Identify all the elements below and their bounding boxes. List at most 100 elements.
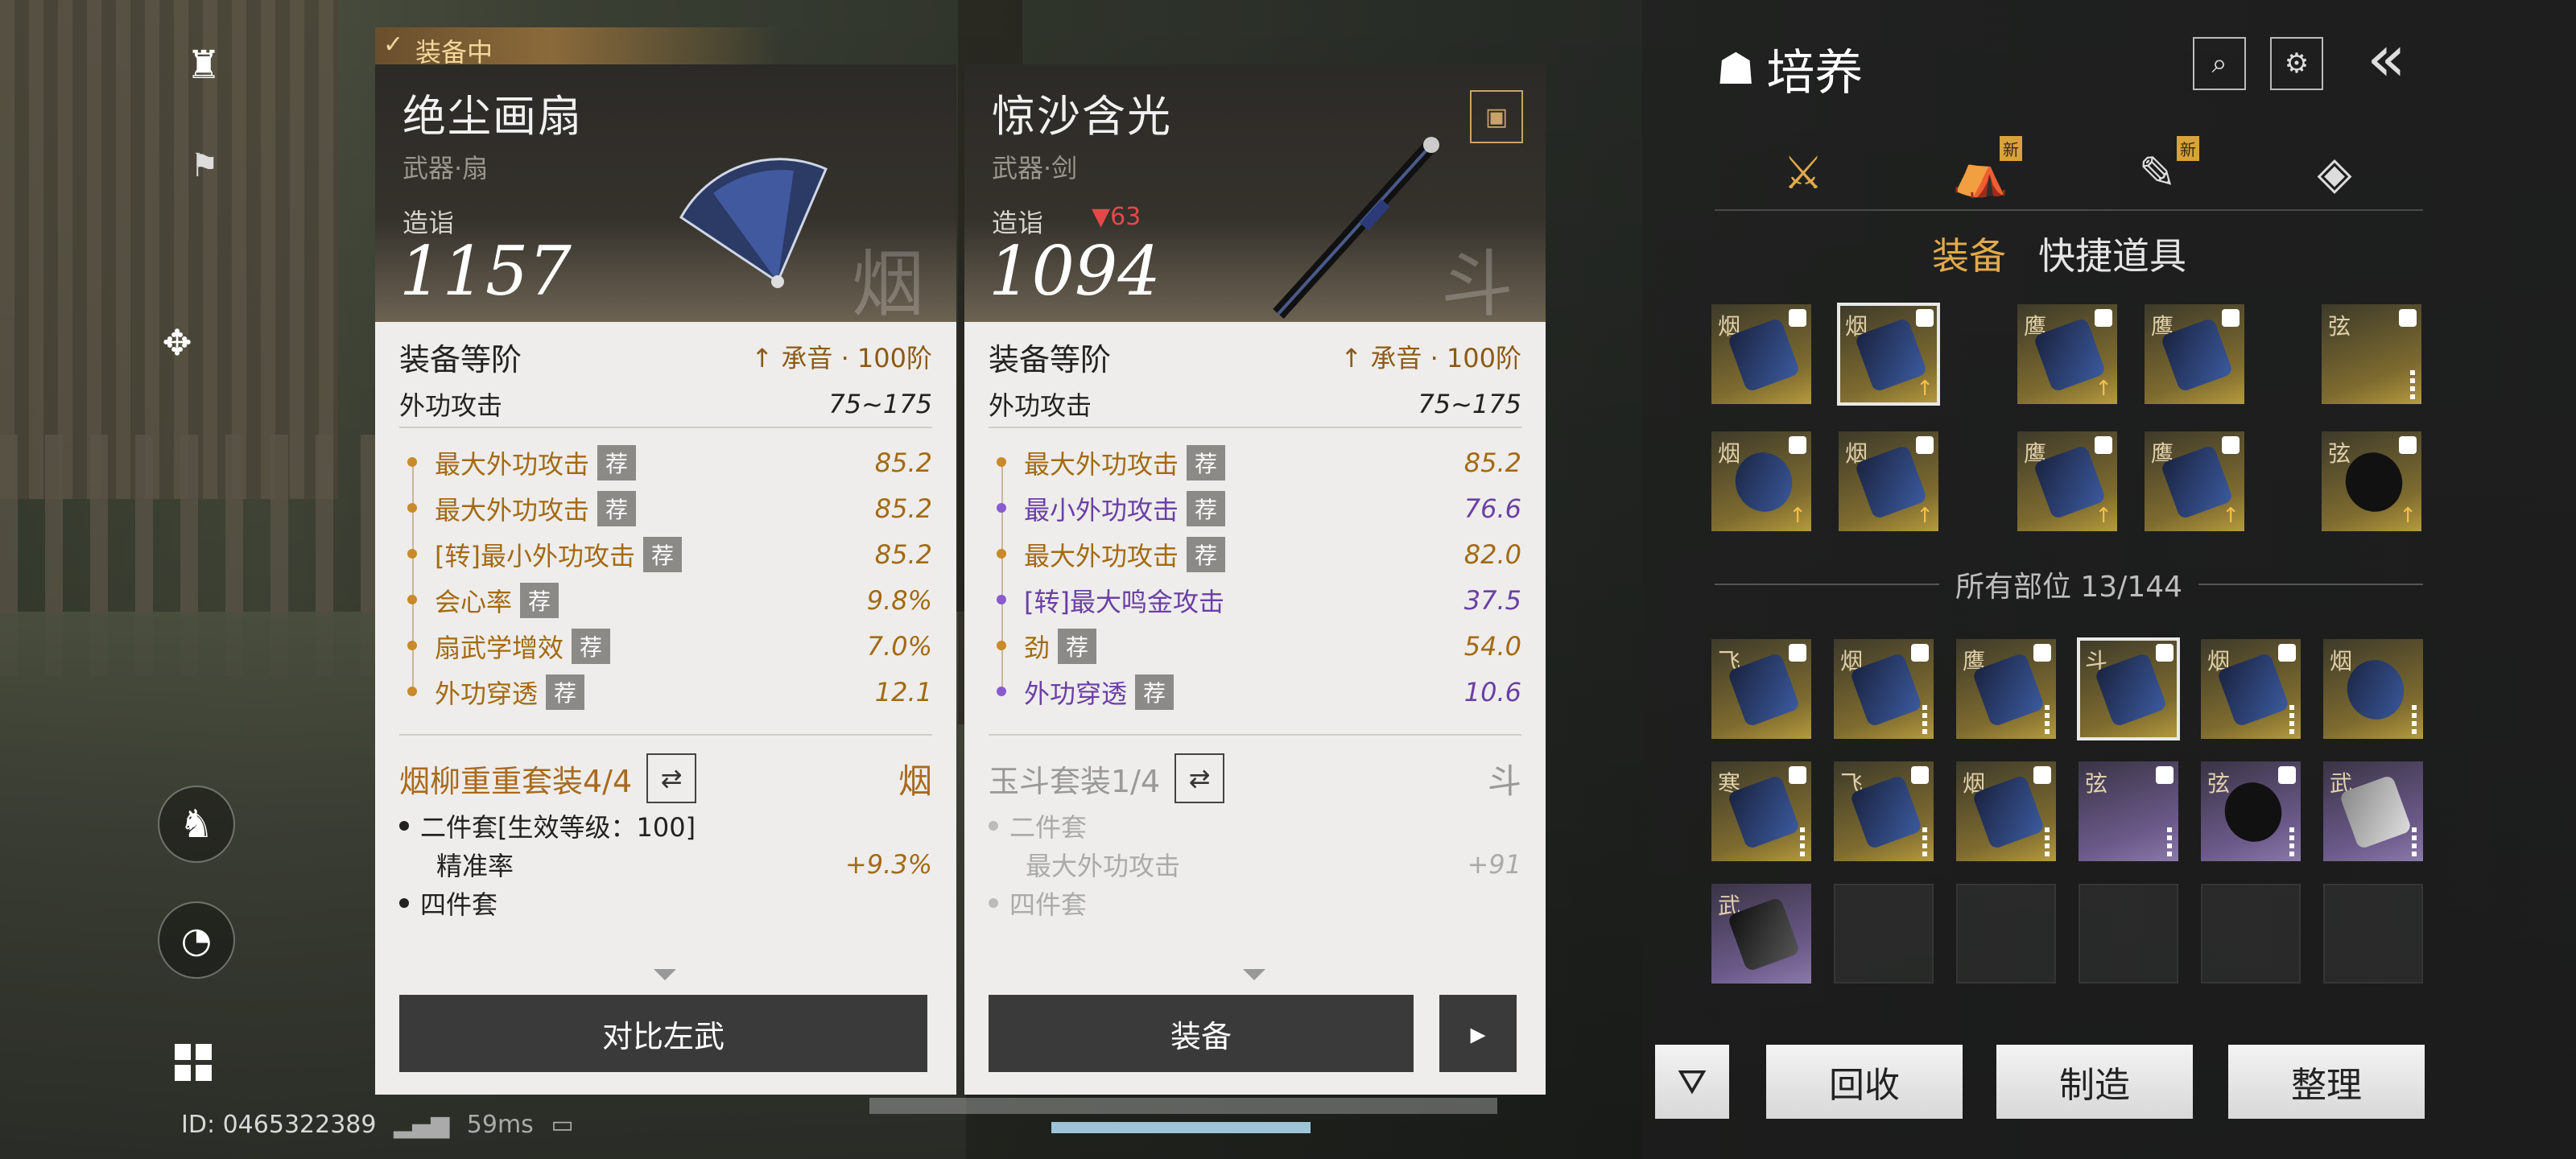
attribute-row: 会心率荐 9.8% — [407, 577, 932, 623]
base-stat-value: 75~175 — [828, 389, 932, 419]
hat-icon: ☗ — [1716, 43, 1756, 94]
filter-icon[interactable]: ⛛ — [1655, 1045, 1729, 1119]
equipment-slot[interactable]: 弦 ↑ — [2322, 431, 2421, 531]
background-house — [0, 0, 338, 499]
set-bonus-row: 四件套 — [989, 884, 1521, 922]
empty-slot[interactable] — [1834, 884, 1934, 984]
inventory-slot[interactable]: 寒 — [1711, 761, 1811, 861]
attr-label: [转]最小外功攻击 — [435, 540, 635, 571]
search-icon[interactable]: ⌕ — [2193, 37, 2246, 90]
crosshair-icon[interactable]: ✥ — [153, 319, 201, 367]
inventory-slot[interactable]: 武 — [2323, 761, 2423, 861]
equipment-slot[interactable]: 烟 ↑ — [1711, 431, 1811, 531]
lock-icon[interactable]: ▣ — [1470, 90, 1523, 143]
battery-icon: ▭ — [551, 1111, 574, 1139]
set-bonus-row: 最大外功攻击 +91 — [989, 845, 1521, 884]
next-arrow-button[interactable]: ▸ — [1439, 995, 1517, 1072]
set-bonus-value: +91 — [1467, 849, 1521, 880]
attr-value: 85.2 — [874, 447, 932, 478]
back-arrow-icon[interactable]: « — [2367, 21, 2406, 96]
tab-quick-items[interactable]: 快捷道具 — [2038, 227, 2186, 280]
tab-hat-icon[interactable]: ⛺ 新 — [1948, 136, 2022, 205]
inventory-slot[interactable]: 烟 — [2201, 639, 2301, 739]
tab-gem-icon[interactable]: ◈ — [2302, 141, 2367, 205]
flag-icon[interactable]: ⚑ — [180, 142, 229, 190]
attribute-row: 最大外功攻击荐 85.2 — [407, 439, 932, 485]
set-bonus-text: 四件套 — [420, 889, 498, 920]
inventory-slot[interactable]: 烟 — [2323, 639, 2423, 739]
tab-scroll-icon[interactable]: ✎ 新 — [2125, 136, 2199, 205]
recommended-tag: 荐 — [1058, 628, 1097, 664]
slot-badge-icon — [1911, 644, 1929, 662]
slot-mark: 烟 — [2330, 648, 2353, 674]
set-bonus-text: 二件套[生效等级：100] — [420, 812, 696, 843]
set-bonus-text: 最大外功攻击 — [1026, 851, 1181, 881]
attr-label: 最大外功攻击 — [435, 448, 590, 480]
map-icon[interactable]: ♜ — [175, 37, 232, 93]
empty-slot[interactable] — [2323, 884, 2423, 984]
base-stat-label: 外功攻击 — [989, 390, 1092, 421]
attr-value: 9.8% — [866, 584, 932, 616]
inventory-slot[interactable]: 鹰 — [1956, 639, 2056, 739]
craft-button[interactable]: 制造 — [1996, 1045, 2193, 1119]
recommended-tag: 荐 — [642, 536, 682, 572]
empty-slot[interactable] — [1956, 884, 2056, 984]
bullet-icon — [399, 821, 409, 831]
tab-weapons-icon[interactable]: ⚔ — [1771, 141, 1835, 205]
swap-set-button[interactable]: ⇄ — [1174, 753, 1225, 803]
menu-grid-icon[interactable] — [169, 1038, 217, 1087]
sub-tabs: 装备 快捷道具 — [1932, 227, 2186, 280]
ping-value: 59ms — [466, 1111, 534, 1139]
recommended-tag: 荐 — [1187, 490, 1226, 526]
bullet-icon — [399, 898, 409, 908]
set-bonus-row: 二件套[生效等级：100] — [399, 806, 932, 845]
compare-button[interactable]: 对比左武 — [399, 995, 927, 1072]
attr-value: 10.6 — [1463, 676, 1521, 707]
slot-badge-icon — [2156, 644, 2174, 662]
equipment-slot[interactable]: 烟 ↑ — [1839, 431, 1938, 531]
horse-icon[interactable]: ♞ — [158, 786, 235, 863]
inventory-slot[interactable]: 飞 — [1834, 761, 1934, 861]
slot-badge-icon — [1789, 766, 1806, 784]
zaoyi-diff: ▼63 — [1092, 203, 1141, 231]
base-stat-row: 外功攻击 75~175 — [989, 382, 1521, 428]
empty-slot[interactable] — [2201, 884, 2301, 984]
sort-button[interactable]: 整理 — [2228, 1045, 2425, 1119]
recommended-tag: 荐 — [572, 628, 611, 664]
tier-row: 装备等阶 ↑ 承音 · 100阶 — [399, 332, 932, 382]
slot-badge-icon — [1916, 436, 1934, 454]
equipment-slot[interactable]: 弦 — [2322, 304, 2421, 404]
recommended-tag: 荐 — [1187, 444, 1226, 481]
upgrade-arrow-icon: ↑ — [2399, 504, 2417, 528]
horizontal-track — [869, 1098, 1497, 1114]
slot-badge-icon — [2399, 436, 2417, 454]
tab-equipment[interactable]: 装备 — [1932, 227, 2006, 280]
equipment-slot[interactable]: 鹰 — [2145, 304, 2244, 404]
equip-button[interactable]: 装备 — [989, 995, 1414, 1072]
set-name: 玉斗套装1/4 — [989, 763, 1161, 799]
bullet-icon — [989, 821, 998, 831]
set-bonus-text: 二件套 — [1009, 812, 1088, 843]
attribute-list: 最大外功攻击荐 85.2 最小外功攻击荐 76.6 最大外功攻击荐 82.0 [转]最… — [989, 439, 1521, 715]
more-dots-icon — [2410, 370, 2415, 399]
gear-icon[interactable]: ⚙ — [2270, 37, 2323, 90]
ear-icon[interactable]: ◔ — [158, 901, 235, 979]
inventory-slot[interactable]: 弦 — [2079, 761, 2178, 861]
equipment-slot[interactable]: 鹰 ↑ — [2145, 431, 2244, 531]
slot-badge-icon — [2033, 766, 2051, 784]
equipment-slot[interactable]: 烟 ↑ — [1837, 303, 1940, 406]
sword-weapon-image — [1273, 137, 1439, 320]
inventory-slot[interactable]: 武 — [1711, 884, 1811, 984]
inventory-slot[interactable]: 烟 — [1956, 761, 2056, 861]
recycle-button[interactable]: 回收 — [1766, 1045, 1963, 1119]
inventory-slot[interactable]: 斗 — [2077, 637, 2180, 740]
equipment-slot[interactable]: 鹰 ↑ — [2017, 431, 2117, 531]
swap-set-button[interactable]: ⇄ — [646, 753, 697, 803]
horizontal-scrollbar[interactable] — [1051, 1122, 1311, 1133]
inventory-slot[interactable]: 弦 — [2201, 761, 2301, 861]
equipment-slot[interactable]: 烟 — [1711, 304, 1811, 404]
empty-slot[interactable] — [2079, 884, 2178, 984]
inventory-slot[interactable]: 烟 — [1834, 639, 1934, 739]
inventory-slot[interactable]: 飞 — [1711, 639, 1811, 739]
equipment-slot[interactable]: 鹰 ↑ — [2017, 304, 2117, 404]
